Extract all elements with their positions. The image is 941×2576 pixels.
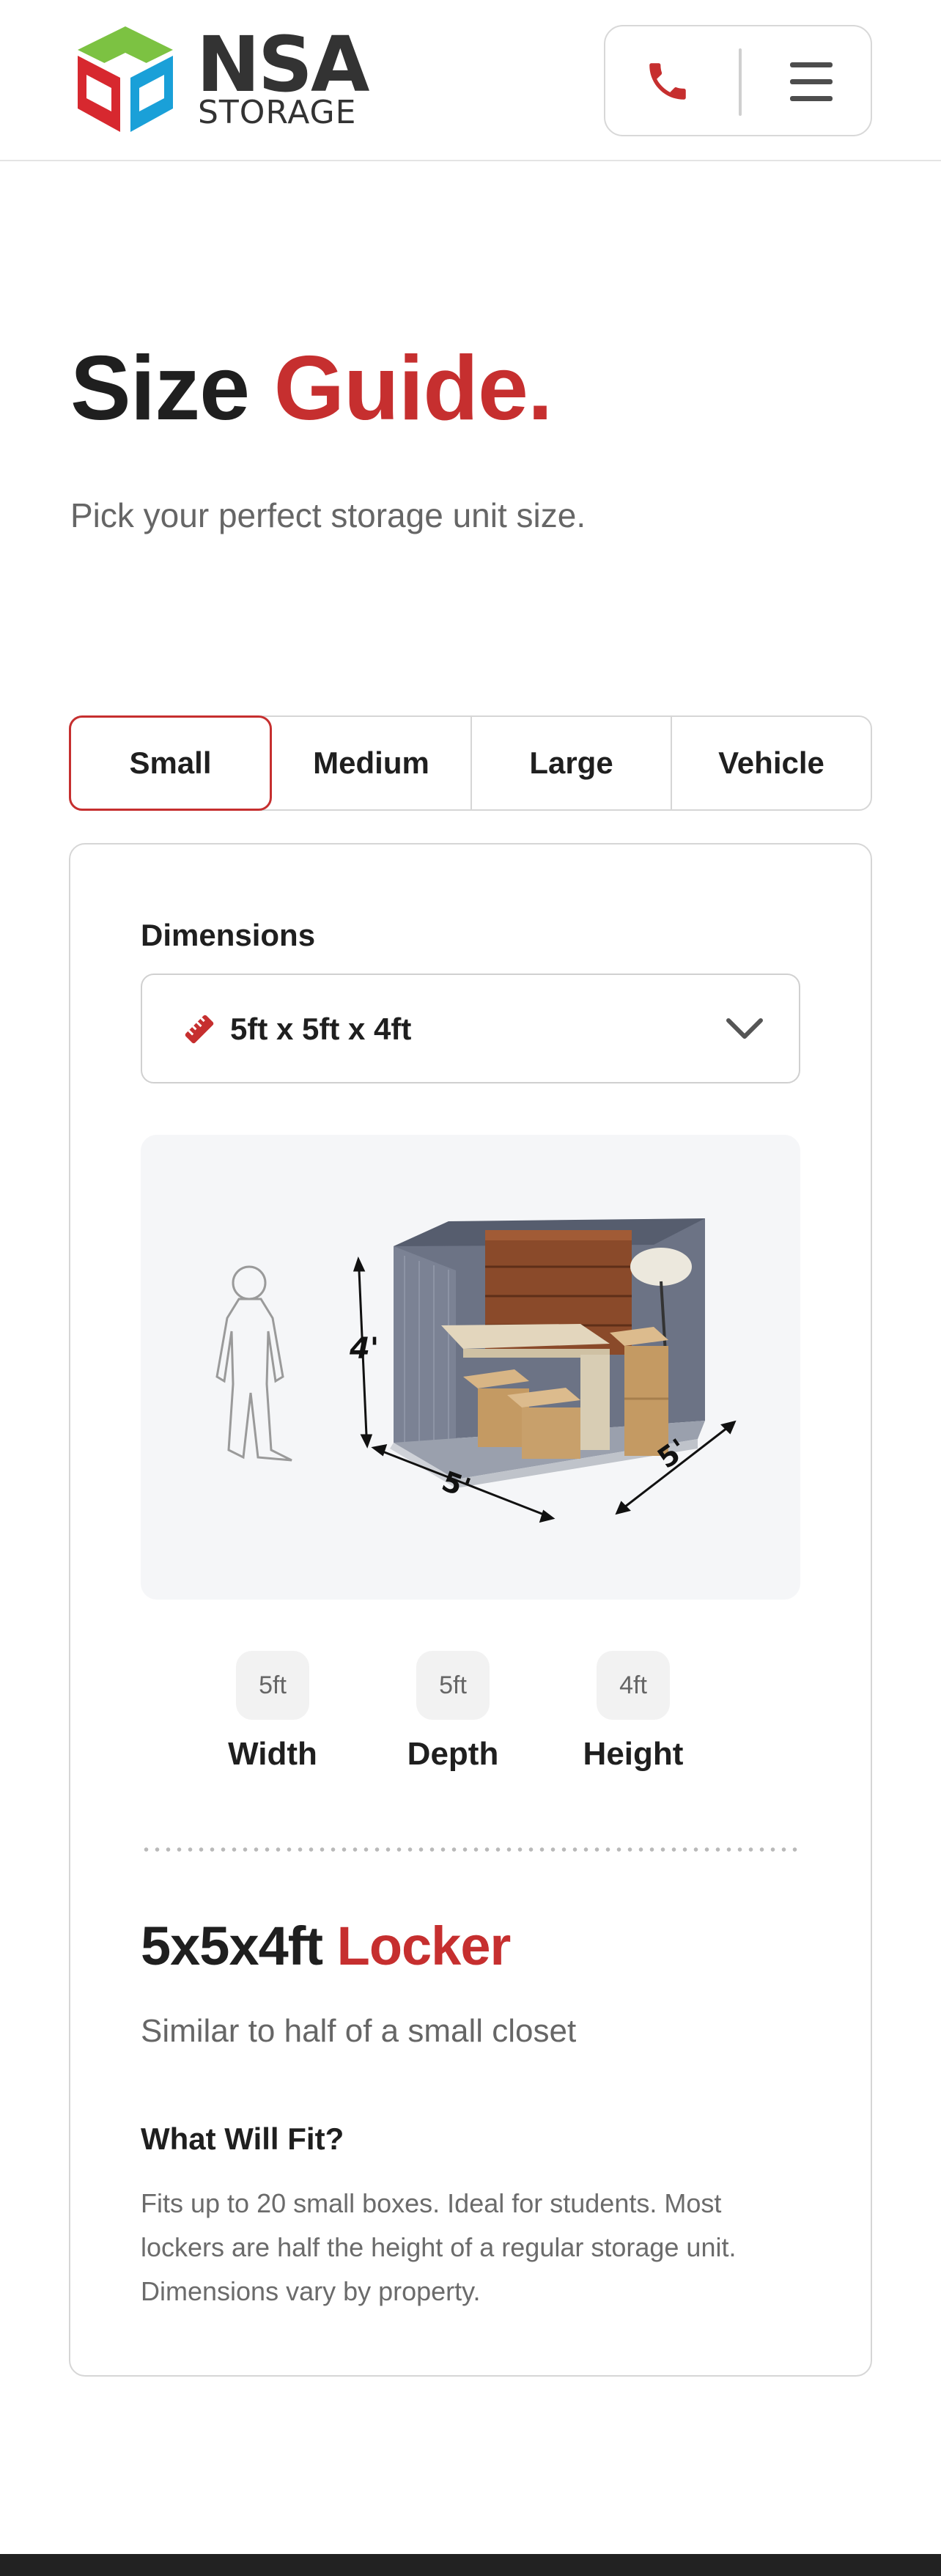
logo-cube-icon	[78, 26, 173, 132]
metric-label: Depth	[407, 1736, 499, 1772]
site-header: NSA STORAGE	[0, 0, 941, 161]
metric-depth: 5ft Depth	[387, 1651, 519, 1773]
metric-label: Width	[228, 1736, 317, 1772]
page-title: Size Guide.	[70, 338, 553, 439]
unit-name-main: 5x5x4ft	[141, 1916, 323, 1976]
size-category-tabs: Small Medium Large Vehicle	[69, 715, 872, 811]
dotted-divider	[141, 1847, 800, 1852]
dimensions-select[interactable]: 5ft x 5ft x 4ft	[141, 974, 800, 1083]
metric-value: 5ft	[416, 1651, 490, 1720]
selected-dimension: 5ft x 5ft x 4ft	[230, 1012, 412, 1046]
metric-width: 5ft Width	[207, 1651, 339, 1773]
height-label: 4'	[349, 1332, 379, 1366]
nsa-storage-logo[interactable]: NSA STORAGE	[70, 21, 369, 138]
metric-label: Height	[583, 1736, 684, 1772]
tab-vehicle[interactable]: Vehicle	[672, 717, 871, 809]
menu-button[interactable]	[778, 48, 844, 114]
unit-comparison: Similar to half of a small closet	[141, 2013, 577, 2049]
tab-large[interactable]: Large	[472, 717, 672, 809]
size-details-card: Dimensions 5ft x 5ft x 4ft 4' 5' 5' 5ft …	[69, 843, 872, 2377]
header-actions	[604, 25, 872, 136]
page-subtitle: Pick your perfect storage unit size.	[70, 496, 586, 534]
title-accent: Guide.	[273, 338, 553, 439]
tab-small[interactable]: Small	[69, 715, 272, 811]
what-will-fit-description: Fits up to 20 small boxes. Ideal for stu…	[141, 2188, 737, 2306]
metric-height: 4ft Height	[567, 1651, 699, 1773]
ruler-icon	[185, 1015, 214, 1044]
footer-band	[0, 2554, 941, 2576]
chevron-down-icon	[726, 1018, 763, 1039]
person-silhouette	[215, 1265, 292, 1462]
hamburger-menu-icon	[790, 62, 833, 67]
phone-icon	[649, 63, 686, 100]
logo-wordmark: NSA	[196, 20, 369, 109]
metric-value: 4ft	[597, 1651, 670, 1720]
what-will-fit-heading: What Will Fit?	[141, 2121, 344, 2156]
unit-name-accent: Locker	[336, 1916, 512, 1976]
logo-subtext: STORAGE	[198, 94, 357, 131]
header-divider	[739, 48, 742, 116]
unit-illustration: 4' 5' 5'	[141, 1135, 800, 1600]
unit-name: 5x5x4ft Locker	[141, 1915, 512, 1977]
title-main: Size	[70, 338, 250, 439]
dimensions-label: Dimensions	[141, 918, 316, 952]
metric-value: 5ft	[236, 1651, 309, 1720]
tab-medium[interactable]: Medium	[272, 717, 472, 809]
dimension-metrics: 5ft Width 5ft Depth 4ft Height	[141, 1651, 800, 1797]
storage-unit-image: 4' 5' 5'	[215, 1218, 737, 1523]
call-button[interactable]	[635, 48, 701, 114]
